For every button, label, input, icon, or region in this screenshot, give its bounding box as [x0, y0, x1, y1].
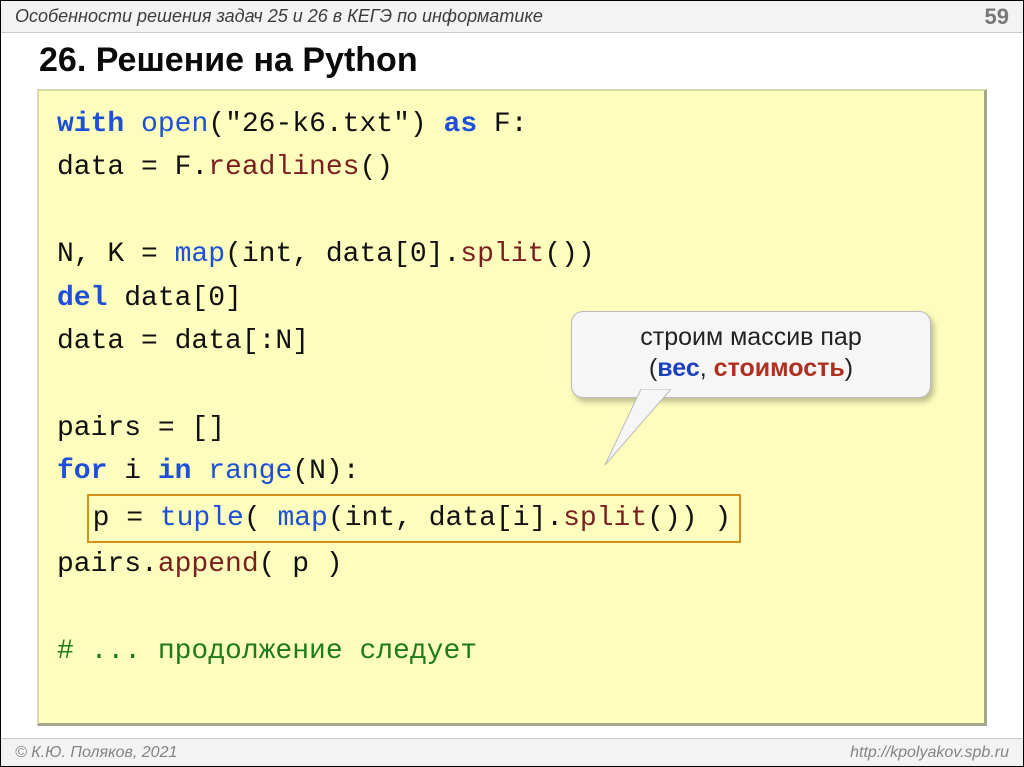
header-bar: Особенности решения задач 25 и 26 в КЕГЭ…	[1, 1, 1023, 33]
code-line-9: for i in range(N):	[57, 450, 966, 493]
var-F: F:	[477, 109, 527, 140]
func-map: map	[277, 503, 327, 534]
code-line-8: pairs = []	[57, 407, 966, 450]
keyword-in: in	[158, 456, 192, 487]
callout-line-2: (вес, стоимость)	[586, 353, 916, 384]
func-tuple: tuple	[160, 503, 244, 534]
code-text: N, K =	[57, 239, 175, 270]
comma: ,	[700, 354, 714, 382]
code-text: ())	[544, 239, 594, 270]
keyword-as: as	[444, 109, 478, 140]
code-text: data[0]	[107, 283, 241, 314]
method-split: split	[460, 239, 544, 270]
keyword-for: for	[57, 456, 107, 487]
code-block: with open("26-k6.txt") as F: data = F.re…	[37, 89, 987, 726]
code-text: data = F.	[57, 152, 208, 183]
callout-cost: стоимость	[714, 354, 845, 382]
code-line-4: N, K = map(int, data[0].split())	[57, 233, 966, 276]
callout-bubble: строим массив пар (вес, стоимость)	[571, 311, 931, 398]
code-text: p =	[93, 503, 160, 534]
method-readlines: readlines	[208, 152, 359, 183]
slide-title: 26. Решение на Python	[39, 41, 418, 80]
code-comment: # ... продолжение следует	[57, 630, 966, 673]
code-text: ()) )	[647, 503, 731, 534]
slide: Особенности решения задач 25 и 26 в КЕГЭ…	[0, 0, 1024, 767]
code-line-11: pairs.append( p )	[57, 543, 966, 586]
paren-open: (	[649, 354, 657, 382]
code-text: (int, data[i].	[328, 503, 563, 534]
code-line-2: data = F.readlines()	[57, 146, 966, 189]
paren-close: )	[845, 354, 853, 382]
footer-bar: © К.Ю. Поляков, 2021 http://kpolyakov.sp…	[1, 738, 1023, 766]
code-text: (int, data[0].	[225, 239, 460, 270]
func-range: range	[208, 456, 292, 487]
code-text: (N):	[292, 456, 359, 487]
code-line-10: p = tuple( map(int, data[i].split()) )	[57, 494, 966, 543]
code-text: i	[107, 456, 157, 487]
code-blank-line	[57, 190, 966, 233]
callout-weight: вес	[657, 354, 700, 382]
code-text: pairs.	[57, 549, 158, 580]
keyword-del: del	[57, 283, 107, 314]
page-number: 59	[985, 4, 1009, 30]
header-title: Особенности решения задач 25 и 26 в КЕГЭ…	[15, 6, 543, 27]
code-line-1: with open("26-k6.txt") as F:	[57, 103, 966, 146]
string-filename: "26-k6.txt"	[225, 109, 410, 140]
footer-url: http://kpolyakov.spb.ru	[850, 744, 1009, 762]
code-text: ()	[359, 152, 393, 183]
keyword-with: with	[57, 109, 124, 140]
footer-copyright: © К.Ю. Поляков, 2021	[15, 744, 177, 762]
method-append: append	[158, 549, 259, 580]
code-text: ( p )	[259, 549, 343, 580]
method-split: split	[563, 503, 647, 534]
func-map: map	[175, 239, 225, 270]
highlighted-line: p = tuple( map(int, data[i].split()) )	[87, 494, 742, 543]
code-text: (	[244, 503, 278, 534]
callout-line-1: строим массив пар	[586, 322, 916, 353]
func-open: open	[141, 109, 208, 140]
code-blank-line	[57, 586, 966, 629]
